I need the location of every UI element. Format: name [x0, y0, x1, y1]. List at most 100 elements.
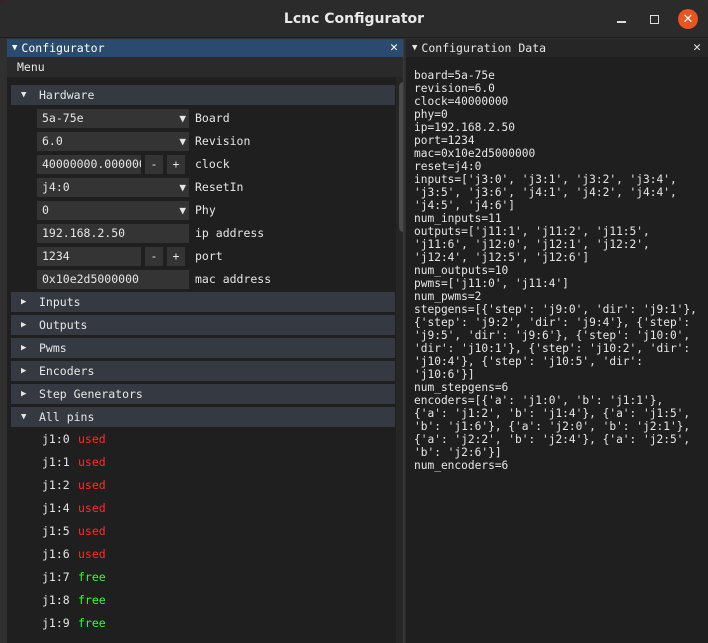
revision-value: 6.0 — [42, 134, 63, 148]
window-titlebar[interactable]: Lcnc Configurator ✕ — [0, 0, 708, 38]
revision-combo[interactable]: 6.0 ▼ — [37, 131, 189, 151]
ip-address-input[interactable]: 192.168.2.50 — [37, 223, 189, 243]
collapsed-arrow-icon: ▶ — [21, 297, 27, 307]
ip-address-value: 192.168.2.50 — [42, 226, 126, 240]
configurator-content: ▼ Hardware 5a-75e ▼ Board 6.0 ▼ Revision — [7, 77, 395, 643]
collapsed-arrow-icon: ▶ — [21, 320, 27, 330]
resetin-row: j4:0 ▼ — [37, 177, 189, 197]
dropdown-arrow-icon: ▼ — [179, 111, 186, 125]
ip-address-label: ip address — [195, 226, 265, 240]
pin-status: free — [78, 570, 106, 584]
section-header-label: Step Generators — [39, 387, 143, 401]
section-header-encoders[interactable]: ▶ Encoders — [11, 361, 395, 381]
maximize-button[interactable] — [645, 10, 663, 28]
mac-row: 0x10e2d5000000 — [37, 269, 189, 289]
clock-label: clock — [195, 157, 230, 171]
configurator-panel: ▼ Configurator ✕ Menu ▼ Hardware 5a-75e … — [7, 39, 404, 643]
clock-decrement-button[interactable]: - — [145, 154, 163, 174]
mac-address-input[interactable]: 0x10e2d5000000 — [37, 269, 189, 289]
config-line: num_stepgens=6 — [414, 381, 509, 394]
expanded-arrow-icon: ▼ — [21, 412, 27, 422]
board-value: 5a-75e — [42, 111, 84, 125]
collapse-triangle-icon[interactable]: ▼ — [12, 43, 17, 53]
config-line: num_inputs=11 — [414, 212, 502, 225]
minimize-button[interactable] — [612, 10, 630, 28]
app-window: Lcnc Configurator ✕ ▼ Configurator ✕ Men… — [0, 0, 708, 643]
revision-label: Revision — [195, 134, 251, 148]
close-panel-icon[interactable]: ✕ — [693, 40, 701, 55]
pin-name: j1:0 — [42, 432, 70, 446]
config-line: 'b': 'j1:6'}, {'a': 'j2:0', 'b': 'j2:1'}… — [414, 420, 691, 433]
config-line: ip=192.168.2.50 — [414, 121, 516, 134]
collapsed-arrow-icon: ▶ — [21, 366, 27, 376]
section-header-label: Inputs — [39, 295, 81, 309]
config-line: 'j9:5', 'dir': 'j9:6'}, {'step': 'j10:0'… — [414, 329, 691, 342]
config-line: 'j11:6', 'j12:0', 'j12:1', 'j12:2', — [414, 238, 650, 251]
collapse-triangle-icon[interactable]: ▼ — [412, 43, 417, 53]
pin-status: used — [78, 524, 106, 538]
board-row: 5a-75e ▼ — [37, 108, 189, 128]
config-line: {'step': 'j9:2', 'dir': 'j9:4'}, {'step'… — [414, 316, 691, 329]
config-line: mac=0x10e2d5000000 — [414, 147, 536, 160]
configurator-panel-titlebar[interactable]: ▼ Configurator ✕ — [7, 39, 403, 57]
port-label: port — [195, 249, 223, 263]
close-icon: ✕ — [682, 11, 694, 27]
port-increment-button[interactable]: + — [167, 246, 185, 266]
config-line: num_outputs=10 — [414, 264, 509, 277]
menu-item-menu[interactable]: Menu — [17, 60, 45, 74]
port-input[interactable]: 1234 — [37, 246, 141, 266]
config-line: stepgens=[{'step': 'j9:0', 'dir': 'j9:1'… — [414, 303, 697, 316]
resetin-value: j4:0 — [42, 180, 70, 194]
config-line: revision=6.0 — [414, 82, 495, 95]
dropdown-arrow-icon: ▼ — [179, 203, 186, 217]
pin-row: j1:7 free — [42, 569, 106, 585]
ip-row: 192.168.2.50 — [37, 223, 189, 243]
phy-combo[interactable]: 0 ▼ — [37, 200, 189, 220]
pin-name: j1:2 — [42, 478, 70, 492]
section-header-label: Encoders — [39, 364, 95, 378]
pin-name: j1:7 — [42, 570, 70, 584]
config-line: 'j12:4', 'j12:5', 'j12:6'] — [414, 251, 590, 264]
section-header-hardware[interactable]: ▼ Hardware — [11, 85, 395, 105]
pin-name: j1:1 — [42, 455, 70, 469]
window-title: Lcnc Configurator — [283, 11, 425, 27]
configurator-scrollbar-thumb[interactable] — [399, 82, 403, 232]
mac-address-label: mac address — [195, 272, 272, 286]
section-header-step-generators[interactable]: ▶ Step Generators — [11, 384, 395, 404]
config-line: 'j10:4'}, {'step': 'j10:5', 'dir': — [414, 355, 644, 368]
clock-row: 40000000.000000 - + — [37, 154, 185, 174]
board-label: Board — [195, 111, 230, 125]
port-decrement-button[interactable]: - — [145, 246, 163, 266]
pin-status: used — [78, 478, 106, 492]
pin-status: used — [78, 455, 106, 469]
section-header-pwms[interactable]: ▶ Pwms — [11, 338, 395, 358]
close-panel-icon[interactable]: ✕ — [390, 40, 398, 55]
minimize-icon — [616, 21, 626, 23]
resetin-label: ResetIn — [195, 180, 244, 194]
config-line: clock=40000000 — [414, 95, 509, 108]
clock-input[interactable]: 40000000.000000 — [37, 154, 141, 174]
board-combo[interactable]: 5a-75e ▼ — [37, 108, 189, 128]
clock-increment-button[interactable]: + — [167, 154, 185, 174]
section-header-all-pins[interactable]: ▼ All pins — [11, 407, 395, 427]
section-header-outputs[interactable]: ▶ Outputs — [11, 315, 395, 335]
pin-row: j1:5 used — [42, 523, 106, 539]
resetin-combo[interactable]: j4:0 ▼ — [37, 177, 189, 197]
config-line: outputs=['j11:1', 'j11:2', 'j11:5', — [414, 225, 650, 238]
close-window-button[interactable]: ✕ — [678, 9, 698, 29]
collapsed-arrow-icon: ▶ — [21, 389, 27, 399]
configuration-data-titlebar[interactable]: ▼ Configuration Data ✕ — [406, 39, 708, 57]
pin-status: free — [78, 593, 106, 607]
configurator-panel-title: Configurator — [21, 41, 105, 55]
section-header-inputs[interactable]: ▶ Inputs — [11, 292, 395, 312]
expanded-arrow-icon: ▼ — [21, 90, 27, 100]
revision-row: 6.0 ▼ — [37, 131, 189, 151]
config-line: 'j10:6'}] — [414, 368, 475, 381]
config-line: inputs=['j3:0', 'j3:1', 'j3:2', 'j3:4', — [414, 173, 677, 186]
pin-name: j1:6 — [42, 547, 70, 561]
pin-row: j1:8 free — [42, 592, 106, 608]
config-line: 'j4:5', 'j4:6'] — [414, 199, 516, 212]
collapsed-arrow-icon: ▶ — [21, 343, 27, 353]
pin-row: j1:0 used — [42, 431, 106, 447]
config-line: num_pwms=2 — [414, 290, 482, 303]
